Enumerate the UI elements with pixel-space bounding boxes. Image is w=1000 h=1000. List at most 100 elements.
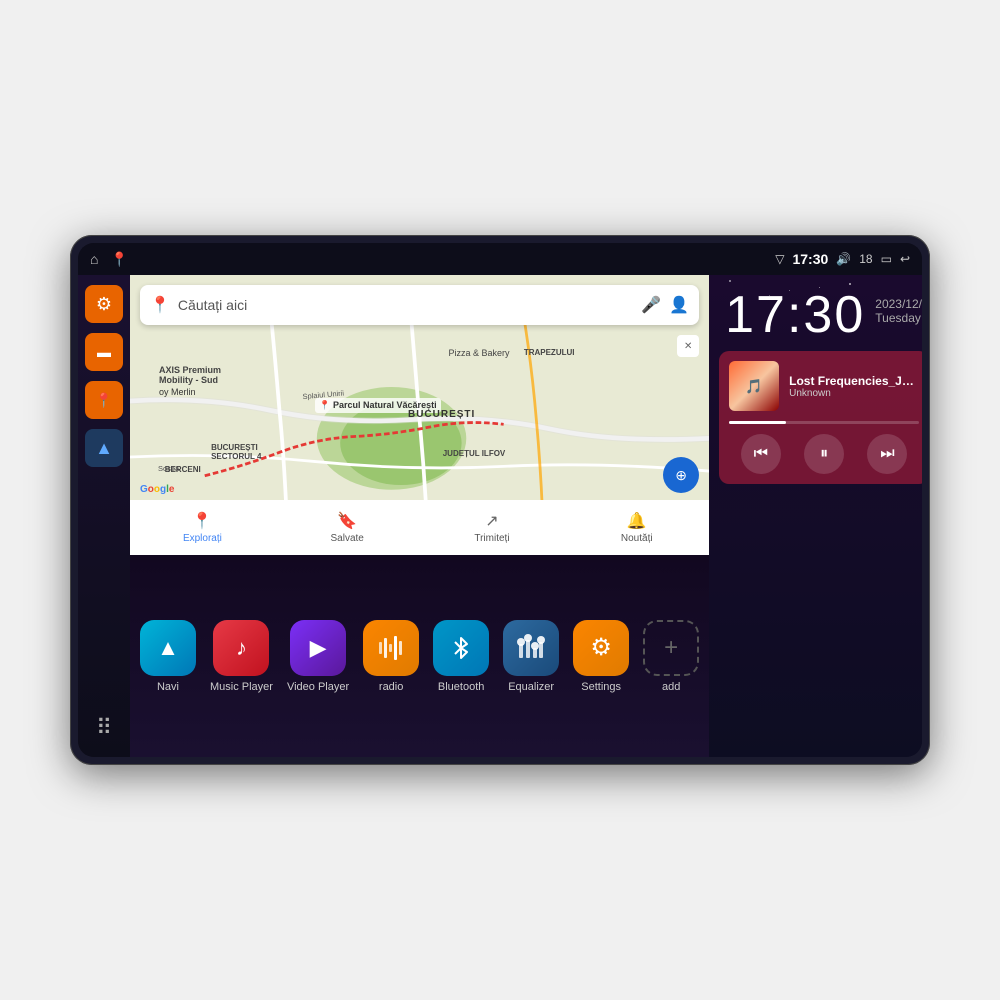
map-label-pizza: Pizza & Bakery <box>449 348 510 358</box>
map-search-bar[interactable]: 📍 Căutați aici 🎤 👤 <box>140 285 699 325</box>
navi-label: Navi <box>157 681 179 693</box>
map-label-sectorul: BUCUREȘTISECTORUL 4 <box>211 443 261 461</box>
settings-icon-wrap: ⚙ <box>573 620 629 676</box>
dashboard-icon: ▬ <box>97 344 111 360</box>
location-icon[interactable]: 📍 <box>110 251 127 268</box>
app-grid: ▲ Navi ♪ Music Player ▶ <box>140 620 699 693</box>
navi-icon: ▲ <box>157 635 179 661</box>
map-nav-saved[interactable]: 🔖 Salvate <box>275 511 420 544</box>
home-icon[interactable]: ⌂ <box>90 251 98 267</box>
app-equalizer[interactable]: Equalizer <box>503 620 559 693</box>
music-icon: ♪ <box>236 635 247 661</box>
saved-label: Salvate <box>330 533 363 544</box>
map-nav-explore[interactable]: 📍 Explorați <box>130 511 275 544</box>
radio-icon-wrap <box>363 620 419 676</box>
mic-icon[interactable]: 🎤 <box>641 295 661 315</box>
sidebar-map-button[interactable]: 📍 <box>85 381 123 419</box>
map-label-ilfov: JUDEȚUL ILFOV <box>443 449 506 458</box>
app-grid-area: ▲ Navi ♪ Music Player ▶ <box>130 555 709 757</box>
app-music-player[interactable]: ♪ Music Player <box>210 620 273 693</box>
explore-label: Explorați <box>183 533 222 544</box>
status-right-icons: ▽ 17:30 🔊 18 ▭ ↩ <box>775 251 910 267</box>
add-label: add <box>662 681 680 693</box>
device-frame: ⌂ 📍 ▽ 17:30 🔊 18 ▭ ↩ ⚙ ▬ <box>70 235 930 765</box>
map-nav-share[interactable]: ↗ Trimiteți <box>420 511 565 544</box>
battery-level: 18 <box>859 252 872 266</box>
app-bluetooth[interactable]: Bluetooth <box>433 620 489 693</box>
prev-track-button[interactable]: ⏮ <box>741 434 781 474</box>
clock-day-text: Tuesday <box>875 311 922 325</box>
map-icon: 📍 <box>95 392 112 409</box>
gear-icon: ⚙ <box>590 633 612 662</box>
app-video-player[interactable]: ▶ Video Player <box>287 620 349 693</box>
map-nav-updates[interactable]: 🔔 Noutăți <box>564 511 709 544</box>
radio-label: radio <box>379 681 403 693</box>
plus-icon: + <box>664 634 678 662</box>
device-screen: ⌂ 📍 ▽ 17:30 🔊 18 ▭ ↩ ⚙ ▬ <box>78 243 922 757</box>
compass-icon: ⊕ <box>675 467 687 484</box>
music-title: Lost Frequencies_Janie... <box>789 374 919 388</box>
add-icon-wrap: + <box>643 620 699 676</box>
pause-button[interactable]: ⏸ <box>804 434 844 474</box>
app-navi[interactable]: ▲ Navi <box>140 620 196 693</box>
sidebar-navigation-button[interactable]: ▲ <box>85 429 123 467</box>
equalizer-bars-icon <box>517 634 545 662</box>
skip-forward-icon: ⏭ <box>880 445 894 463</box>
music-progress-bar[interactable] <box>729 421 919 424</box>
app-add[interactable]: + add <box>643 620 699 693</box>
share-icon: ↗ <box>485 511 498 531</box>
app-radio[interactable]: radio <box>363 620 419 693</box>
map-container[interactable]: Splaiul Unirii Sosea AXIS PremiumMobilit… <box>130 275 709 555</box>
apps-grid-icon: ⠿ <box>96 715 112 741</box>
clock-display: 17:30 <box>725 289 865 341</box>
clock-date-area: 2023/12/12 Tuesday <box>875 289 922 325</box>
share-label: Trimiteți <box>474 533 509 544</box>
music-icon-wrap: ♪ <box>213 620 269 676</box>
right-panel: 17:30 2023/12/12 Tuesday 🎵 Lost Frequenc… <box>709 275 922 757</box>
explore-icon: 📍 <box>192 511 212 531</box>
video-label: Video Player <box>287 681 349 693</box>
user-circle-icon[interactable]: 👤 <box>669 295 689 315</box>
next-track-button[interactable]: ⏭ <box>867 434 907 474</box>
music-controls: ⏮ ⏸ ⏭ <box>729 434 919 474</box>
saved-icon: 🔖 <box>337 511 357 531</box>
clock-area: 17:30 2023/12/12 Tuesday <box>709 275 922 351</box>
map-collapse-button[interactable]: ✕ <box>677 335 699 357</box>
updates-label: Noutăți <box>621 533 653 544</box>
status-bar: ⌂ 📍 ▽ 17:30 🔊 18 ▭ ↩ <box>78 243 922 275</box>
clock-status: 17:30 <box>792 251 828 267</box>
map-navigation-fab[interactable]: ⊕ <box>663 457 699 493</box>
volume-icon: 🔊 <box>836 252 851 266</box>
radio-waveform-icon <box>377 634 405 662</box>
status-left-icons: ⌂ 📍 <box>90 251 128 268</box>
map-label-axis: AXIS PremiumMobility - Sud <box>159 365 221 385</box>
navi-icon-wrap: ▲ <box>140 620 196 676</box>
google-logo: Google <box>140 484 174 495</box>
app-settings[interactable]: ⚙ Settings <box>573 620 629 693</box>
center-area: Splaiul Unirii Sosea AXIS PremiumMobilit… <box>130 275 709 757</box>
wifi-icon: ▽ <box>775 252 784 266</box>
bluetooth-icon-wrap <box>433 620 489 676</box>
music-progress-fill <box>729 421 786 424</box>
map-label-bucharest: BUCUREȘTI <box>408 409 475 420</box>
sidebar-settings-button[interactable]: ⚙ <box>85 285 123 323</box>
music-top-area: 🎵 Lost Frequencies_Janie... Unknown <box>729 361 919 411</box>
left-sidebar: ⚙ ▬ 📍 ▲ ⠿ <box>78 275 130 757</box>
sidebar-apps-button[interactable]: ⠿ <box>85 709 123 747</box>
search-text[interactable]: Căutați aici <box>178 297 633 313</box>
map-label-berceni: BERCENI <box>165 465 201 474</box>
sidebar-dashboard-button[interactable]: ▬ <box>85 333 123 371</box>
star-icon: ✕ <box>684 341 692 352</box>
music-player: 🎵 Lost Frequencies_Janie... Unknown ⏮ <box>719 351 922 484</box>
clock-date-text: 2023/12/12 <box>875 297 922 311</box>
video-icon-wrap: ▶ <box>290 620 346 676</box>
bluetooth-symbol-icon <box>447 634 475 662</box>
equalizer-icon-wrap <box>503 620 559 676</box>
settings-label: Settings <box>581 681 621 693</box>
map-label-trapezului: TRAPEZULUI <box>524 348 575 357</box>
back-icon[interactable]: ↩ <box>900 252 910 266</box>
album-art: 🎵 <box>729 361 779 411</box>
skip-back-icon: ⏮ <box>754 445 768 463</box>
video-icon: ▶ <box>310 635 327 661</box>
updates-icon: 🔔 <box>627 511 647 531</box>
